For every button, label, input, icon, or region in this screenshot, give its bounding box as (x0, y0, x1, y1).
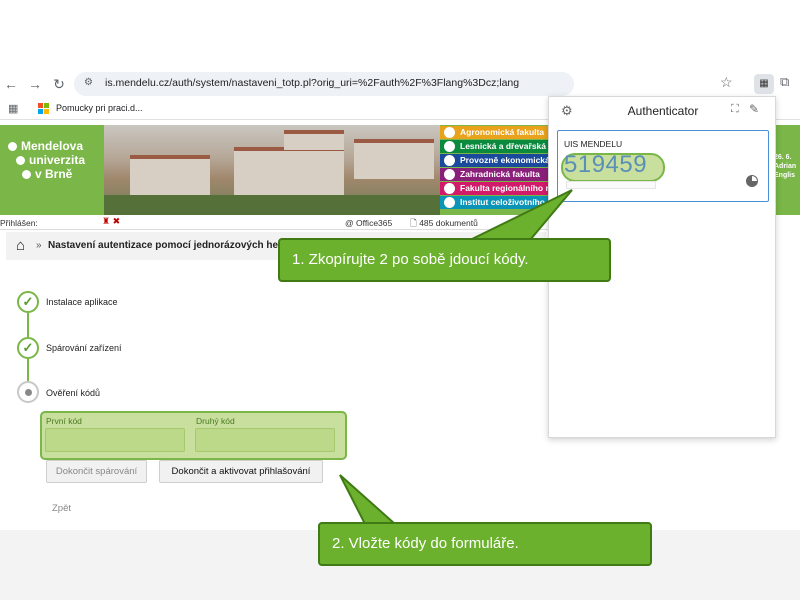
office365-link[interactable]: @ Office365 (345, 218, 392, 228)
step-1-check-icon: ✓ (17, 291, 39, 313)
logo-line: univerzita (29, 153, 86, 167)
breadcrumb-separator-icon: » (36, 240, 42, 251)
page-title: Nastavení autentizace pomocí jednorázový… (48, 240, 306, 251)
url-text: is.mendelu.cz/auth/system/nastaveni_totp… (105, 77, 520, 89)
university-logo[interactable]: Mendelova univerzita v Brně (8, 139, 85, 181)
language-link[interactable]: Englis (774, 171, 796, 180)
faculty-icon (444, 183, 455, 194)
first-code-label: První kód (46, 416, 82, 426)
faculty-link[interactable]: Institut celoživotního (440, 196, 560, 209)
instruction-callout-2: 2. Vložte kódy do formuláře. (318, 522, 652, 566)
scan-qr-icon[interactable]: ⛶ (731, 103, 739, 116)
account-entry[interactable]: UIS MENDELU 519459 (557, 130, 769, 202)
bookmark-link[interactable]: Pomucky pri praci.d... (56, 103, 143, 113)
documents-label: 485 dokumentů (419, 218, 478, 228)
countdown-timer-icon (746, 175, 758, 187)
code-form-highlight: První kód Druhý kód (40, 411, 347, 460)
faculty-link[interactable]: Fakulta regionálního rozvoje (440, 182, 560, 195)
faculty-icon (444, 169, 455, 180)
faculty-icon (444, 155, 455, 166)
faculty-label: Institut celoživotního (460, 197, 545, 207)
back-arrow-icon[interactable]: ← (2, 75, 20, 93)
second-code-input[interactable] (195, 428, 335, 452)
bookmark-star-icon[interactable]: ☆ (720, 74, 733, 91)
reload-icon[interactable]: ↻ (50, 75, 68, 93)
authenticator-title: Authenticator (627, 104, 699, 118)
step-connector (27, 359, 29, 381)
logo-line: v Brně (35, 167, 73, 181)
document-icon: 🗋 (410, 218, 420, 228)
step-3-current-icon (17, 381, 39, 403)
account-issuer: UIS MENDELU (564, 139, 623, 149)
faculty-label: Lesnická a dřevařská fakulta (460, 141, 560, 151)
faculty-link[interactable]: Agronomická fakulta (440, 126, 560, 139)
step-3-label: Ověření kódů (46, 388, 101, 398)
user-name-text: Adrian (774, 163, 797, 170)
campus-photo (104, 125, 440, 215)
finish-activate-button[interactable]: Dokončit a aktivovat přihlašování (159, 460, 323, 483)
faculty-label: Agronomická fakulta (460, 127, 545, 137)
user-status-icon[interactable]: ♜ ✖ (102, 216, 120, 227)
step-2-check-icon: ✓ (17, 337, 39, 359)
faculty-icon (444, 141, 455, 152)
documents-link[interactable]: 🗋 485 dokumentů (410, 218, 478, 232)
finish-pairing-button[interactable]: Dokončit spárování (46, 460, 147, 483)
first-code-input[interactable] (45, 428, 185, 452)
authenticator-extension-icon[interactable]: ▦ (754, 74, 774, 94)
apps-grid-icon[interactable]: ▦ (8, 102, 18, 115)
forward-arrow-icon[interactable]: → (26, 75, 44, 93)
info-bar: Přihlášen: ♜ ✖ @ Office365 🗋 485 dokumen… (0, 215, 550, 230)
faculty-link[interactable]: Zahradnická fakulta (440, 168, 560, 181)
banner-right-info: 26. 6. Adrian Englis (774, 153, 796, 180)
settings-gear-icon[interactable]: ⚙ (561, 103, 573, 119)
site-info-icon[interactable]: ⚙ (84, 77, 93, 88)
faculty-icon (444, 197, 455, 208)
step-2-label: Spárování zařízení (46, 343, 122, 353)
login-label: Přihlášen: (0, 218, 38, 228)
second-code-label: Druhý kód (196, 416, 235, 426)
faculty-link[interactable]: Provozně ekonomická fakulta (440, 154, 560, 167)
date-text: 26. 6. (774, 154, 792, 161)
home-icon[interactable]: ⌂ (16, 237, 25, 254)
logo-line: Mendelova (21, 139, 84, 153)
microsoft-logo-icon (38, 103, 50, 115)
office365-label: Office365 (356, 218, 393, 228)
logo-dot-icon (22, 170, 31, 180)
logo-dot-icon (16, 156, 25, 166)
faculty-label: Fakulta regionálního rozvoje (460, 183, 560, 193)
extensions-puzzle-icon[interactable]: ⧉ (780, 74, 789, 90)
faculty-label: Provozně ekonomická fakulta (460, 155, 560, 165)
at-icon: @ (345, 218, 356, 228)
back-link[interactable]: Zpět (52, 503, 71, 514)
browser-toolbar: ← → ↻ ⚙ is.mendelu.cz/auth/system/nastav… (0, 70, 800, 98)
code-underline (566, 181, 656, 189)
faculty-icon (444, 127, 455, 138)
faculty-link[interactable]: Lesnická a dřevařská fakulta (440, 140, 560, 153)
edit-pencil-icon[interactable]: ✎ (749, 102, 759, 116)
step-1-label: Instalace aplikace (46, 297, 118, 307)
logo-dot-icon (8, 142, 17, 152)
callout-2-pointer (339, 474, 398, 525)
instruction-callout-1: 1. Zkopírujte 2 po sobě jdoucí kódy. (278, 238, 611, 282)
step-connector (27, 313, 29, 337)
faculty-label: Zahradnická fakulta (460, 169, 540, 179)
otp-code[interactable]: 519459 (564, 151, 647, 179)
